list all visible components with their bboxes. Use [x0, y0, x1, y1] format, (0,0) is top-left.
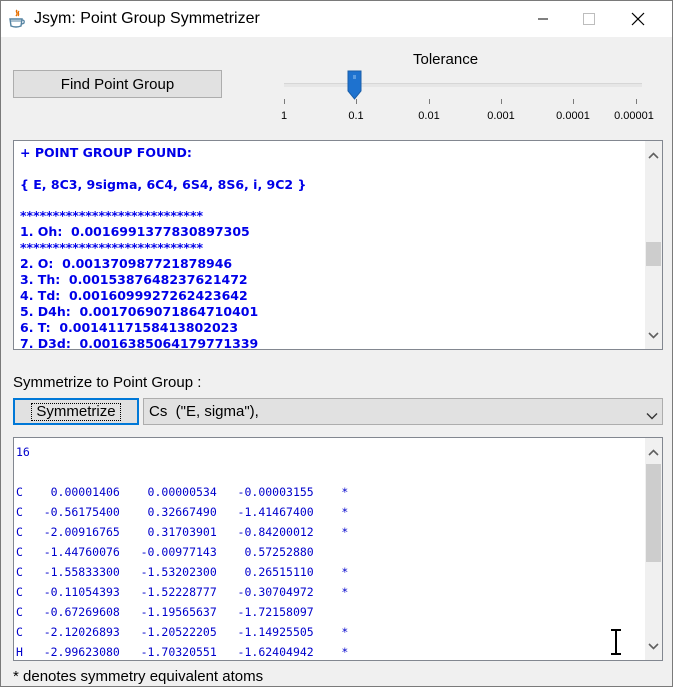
tolerance-tick	[573, 99, 574, 104]
results-line: ****************************	[20, 240, 204, 255]
tolerance-tick	[636, 99, 637, 104]
coords-line: C -2.00916765 0.31703901 -0.84200012 *	[16, 525, 349, 539]
scroll-down-icon[interactable]	[645, 638, 662, 655]
find-point-group-button[interactable]: Find Point Group	[13, 70, 222, 98]
scroll-down-icon[interactable]	[645, 327, 662, 344]
results-line: 2. O: 0.001370987721878946	[20, 256, 233, 271]
minimize-icon	[538, 18, 548, 20]
window-title: Jsym: Point Group Symmetrizer	[34, 10, 260, 27]
point-group-select[interactable]: Cs ("E, sigma"),	[143, 398, 663, 425]
tolerance-tick	[284, 99, 285, 104]
tolerance-slider-track[interactable]	[284, 83, 642, 87]
results-panel[interactable]: + POINT GROUP FOUND: { E, 8C3, 9sigma, 6…	[13, 140, 663, 350]
results-scrollbar[interactable]	[645, 141, 662, 349]
tolerance-slider-thumb[interactable]	[347, 70, 362, 100]
coordinates-panel[interactable]: 16 C 0.00001406 0.00000534 -0.00003155 *…	[13, 437, 663, 661]
coordinates-scrollbar[interactable]	[645, 438, 662, 660]
app-window: Jsym: Point Group Symmetrizer Find Point…	[0, 0, 673, 687]
results-line: 6. T: 0.0014117158413802023	[20, 320, 239, 335]
results-text[interactable]: + POINT GROUP FOUND: { E, 8C3, 9sigma, 6…	[14, 141, 645, 349]
tolerance-tick-label: 0.01	[418, 110, 440, 122]
tolerance-tick	[429, 99, 430, 104]
results-line: 4. Td: 0.0016099927262423642	[20, 288, 248, 303]
results-line: 7. D3d: 0.0016385064179771339	[20, 336, 259, 349]
tolerance-tick	[501, 99, 502, 104]
symmetrize-label: Symmetrize to Point Group :	[13, 374, 202, 391]
tolerance-tick-label: 0.0001	[556, 110, 590, 122]
coordinates-text[interactable]: 16 C 0.00001406 0.00000534 -0.00003155 *…	[14, 438, 645, 660]
symmetrize-button-label: Symmetrize	[31, 402, 121, 421]
coords-line: H -2.99623080 -1.70320551 -1.62404942 *	[16, 645, 349, 659]
coords-line: C -0.11054393 -1.52228777 -0.30704972 *	[16, 585, 349, 599]
coords-line: C -1.44760076 -0.00977143 0.57252880	[16, 545, 314, 559]
results-line: 5. D4h: 0.0017069071864710401	[20, 304, 259, 319]
java-coffee-icon	[8, 9, 26, 29]
minimize-button[interactable]	[520, 1, 566, 37]
results-line: { E, 8C3, 9sigma, 6C4, 6S4, 8S6, i, 9C2 …	[20, 177, 307, 192]
results-line: 1. Oh: 0.0016991377830897305	[20, 224, 250, 239]
chevron-down-icon	[646, 407, 658, 425]
results-scroll-thumb[interactable]	[646, 242, 661, 266]
coords-line: C -1.55833300 -1.53202300 0.26515110 *	[16, 565, 349, 579]
coords-line: C -0.56175400 0.32667490 -1.41467400 *	[16, 505, 349, 519]
tolerance-tick-label: 0.00001	[614, 110, 654, 122]
coords-line: C 0.00001406 0.00000534 -0.00003155 *	[16, 485, 349, 499]
coordinates-scroll-thumb[interactable]	[646, 464, 661, 562]
legend-note: * denotes symmetry equivalent atoms	[13, 668, 264, 685]
coords-line: C -0.67269608 -1.19565637 -1.72158097	[16, 605, 314, 619]
close-button[interactable]	[615, 1, 661, 37]
coords-line: C -2.12026893 -1.20522205 -1.14925505 *	[16, 625, 349, 639]
maximize-icon	[583, 13, 595, 25]
tolerance-tick-label: 0.001	[487, 110, 515, 122]
text-cursor-icon	[609, 629, 623, 655]
maximize-button[interactable]	[566, 1, 612, 37]
results-line: + POINT GROUP FOUND:	[20, 145, 192, 160]
tolerance-tick-label: 0.1	[348, 110, 364, 122]
point-group-selected: Cs ("E, sigma"),	[149, 403, 259, 420]
scroll-up-icon[interactable]	[645, 444, 662, 461]
results-line: ****************************	[20, 208, 204, 223]
scroll-up-icon[interactable]	[645, 147, 662, 164]
tolerance-label: Tolerance	[413, 51, 479, 68]
symmetrize-button[interactable]: Symmetrize	[13, 398, 139, 425]
title-bar[interactable]: Jsym: Point Group Symmetrizer	[1, 1, 672, 37]
tolerance-tick-label: 1	[280, 110, 288, 122]
close-icon	[631, 12, 645, 26]
results-line: 3. Th: 0.0015387648237621472	[20, 272, 248, 287]
tolerance-tick	[356, 99, 357, 104]
coords-line: 16	[16, 445, 30, 459]
